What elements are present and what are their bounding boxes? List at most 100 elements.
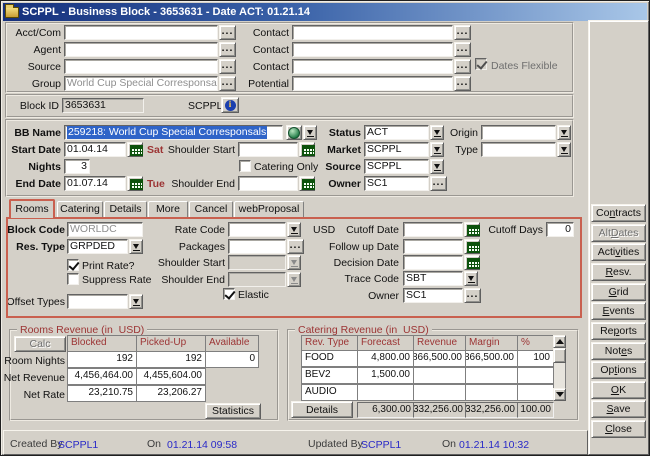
status-field[interactable]: ACT [364, 125, 429, 140]
info-icon [225, 100, 236, 111]
shoulder-end-field[interactable] [238, 176, 298, 191]
tab-catering[interactable]: Catering [57, 201, 103, 217]
catering-only-checkbox[interactable] [239, 160, 251, 172]
rooms-rev-col-available: Available [205, 335, 259, 352]
tab-webproposal[interactable]: webProposal [234, 201, 304, 217]
end-date-field[interactable]: 01.07.14 [64, 176, 126, 191]
net-rate-label: Net Rate [3, 388, 65, 402]
contact3-ellipsis-button[interactable]: ... [454, 59, 471, 74]
rooms-rev-col-blocked: Blocked [67, 335, 137, 352]
type-dropdown-button[interactable] [557, 142, 571, 157]
end-date-calendar-icon[interactable] [127, 176, 143, 191]
cat-col-margin: Margin [465, 335, 518, 351]
bb-name-dropdown-button[interactable] [303, 125, 317, 140]
cat-row1-pct[interactable] [517, 367, 554, 384]
sidebar-button-notes[interactable]: Notes [591, 342, 646, 360]
nights-field[interactable]: 3 [64, 159, 90, 174]
sidebar-button-save[interactable]: Save [591, 400, 646, 418]
sidebar-button-grid[interactable]: Grid [591, 283, 646, 301]
group-label: Group [3, 77, 61, 91]
info-button[interactable] [221, 97, 239, 113]
tab-details[interactable]: Details [104, 201, 147, 217]
start-day-label: Sat [147, 143, 163, 157]
bb-name-lookup-button[interactable] [286, 125, 302, 140]
cat-row0-forecast[interactable]: 4,800.00 [357, 350, 414, 367]
shoulder-start-field[interactable] [238, 142, 298, 157]
shoulder-start-calendar-icon[interactable] [299, 142, 315, 157]
contact1-ellipsis-button[interactable]: ... [454, 25, 471, 40]
start-date-field[interactable]: 01.04.14 [64, 142, 126, 157]
source-field[interactable] [64, 59, 218, 74]
acct-com-field[interactable] [64, 25, 218, 40]
cat-row2-forecast[interactable] [357, 384, 414, 401]
sidebar-button-contracts[interactable]: Contracts [591, 204, 646, 222]
details-button[interactable]: Details [291, 401, 353, 418]
window-title: SCPPL - Business Block - 3653631 - Date … [22, 6, 310, 18]
tab-cancel[interactable]: Cancel [189, 201, 233, 217]
dates-flexible-checkbox[interactable] [475, 58, 487, 70]
sidebar-button-activities[interactable]: Activities [591, 243, 646, 261]
sidebar-button-reports[interactable]: Reports [591, 322, 646, 340]
bb-name-field[interactable]: 259218: World Cup Special Corresponsals [64, 125, 283, 140]
sidebar-button-resv[interactable]: Resv. [591, 263, 646, 281]
origin-label: Origin [446, 126, 478, 140]
shoulder-end-calendar-icon[interactable] [299, 176, 315, 191]
net-revenue-blocked: 4,456,464.00 [67, 368, 137, 385]
contact1-label: Contact [251, 26, 289, 40]
agent-ellipsis-button[interactable]: ... [219, 42, 236, 57]
room-nights-label: Room Nights [3, 354, 65, 368]
cat-row2-margin[interactable] [465, 384, 518, 401]
cat-row0-pct[interactable]: 100 [517, 350, 554, 367]
cat-row0-revenue[interactable]: 3,866,500.00 [413, 350, 466, 367]
market-dropdown-button[interactable] [430, 142, 444, 157]
origin-dropdown-button[interactable] [557, 125, 571, 140]
group-ellipsis-button[interactable]: ... [219, 76, 236, 91]
sidebar-button-ok[interactable]: OK [591, 381, 646, 399]
cat-row2-type[interactable]: AUDIO [301, 384, 358, 401]
group-field[interactable]: World Cup Special Corresponsals [64, 76, 218, 91]
sidebar-button-options[interactable]: Options [591, 361, 646, 379]
owner-field[interactable]: SC1 [364, 176, 429, 191]
contact2-ellipsis-button[interactable]: ... [454, 42, 471, 57]
sidebar-button-close[interactable]: Close [591, 420, 646, 438]
cat-row0-margin[interactable]: 3,866,500.00 [465, 350, 518, 367]
net-revenue-label: Net Revenue [3, 371, 65, 385]
created-on-label: On [147, 437, 161, 451]
cat-row2-pct[interactable] [517, 384, 554, 401]
cat-row1-type[interactable]: BEV2 [301, 367, 358, 384]
status-dropdown-button[interactable] [430, 125, 444, 140]
cat-col-forecast: Forecast [357, 335, 414, 351]
potential-field[interactable] [292, 76, 453, 91]
scroll-down-icon[interactable] [553, 388, 566, 401]
owner-label: Owner [319, 177, 361, 191]
cat-row1-revenue[interactable] [413, 367, 466, 384]
potential-ellipsis-button[interactable]: ... [454, 76, 471, 91]
acct-com-ellipsis-button[interactable]: ... [219, 25, 236, 40]
title-bar[interactable]: SCPPL - Business Block - 3653631 - Date … [3, 3, 647, 21]
sidebar-button-events[interactable]: Events [591, 302, 646, 320]
market-field[interactable]: SCPPL [364, 142, 429, 157]
source2-field[interactable]: SCPPL [364, 159, 429, 174]
scrollbar-thumb[interactable] [553, 348, 566, 363]
cat-row0-type[interactable]: FOOD [301, 350, 358, 367]
source-ellipsis-button[interactable]: ... [219, 59, 236, 74]
contact1-field[interactable] [292, 25, 453, 40]
source2-dropdown-button[interactable] [430, 159, 444, 174]
origin-field[interactable] [481, 125, 556, 140]
start-date-calendar-icon[interactable] [127, 142, 143, 157]
scroll-up-icon[interactable] [553, 335, 566, 348]
tab-rooms[interactable]: Rooms [9, 199, 55, 218]
cat-row1-margin[interactable] [465, 367, 518, 384]
statistics-button[interactable]: Statistics [205, 403, 261, 419]
acct-com-label: Acct/Com [3, 26, 61, 40]
shoulder-end-label: Shoulder End [163, 177, 235, 191]
cat-row1-forecast[interactable]: 1,500.00 [357, 367, 414, 384]
cat-row2-revenue[interactable] [413, 384, 466, 401]
type-field[interactable] [481, 142, 556, 157]
agent-field[interactable] [64, 42, 218, 57]
owner-ellipsis-button[interactable]: ... [430, 176, 447, 191]
tab-more[interactable]: More [148, 201, 188, 217]
contact2-field[interactable] [292, 42, 453, 57]
updated-by-value: SCPPL1 [361, 438, 401, 452]
contact3-field[interactable] [292, 59, 453, 74]
